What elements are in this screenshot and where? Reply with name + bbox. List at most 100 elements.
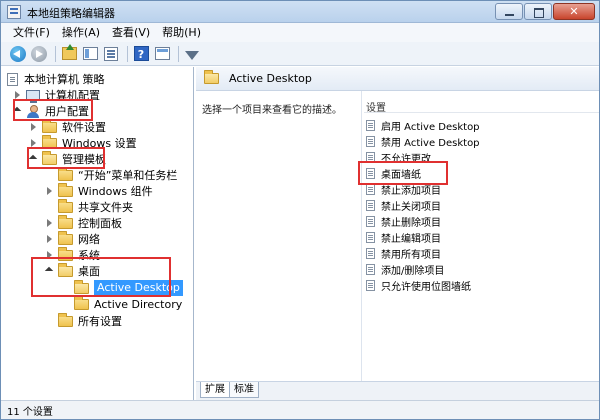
tree-item-label: 软件设置	[62, 121, 106, 134]
setting-item[interactable]: 禁止关闭项目	[366, 197, 441, 213]
setting-icon	[366, 215, 375, 227]
setting-label: 只允许使用位图墙纸	[381, 281, 471, 293]
menu-action[interactable]: 操作(A)	[56, 23, 106, 42]
tree-item-software-settings[interactable]: 软件设置	[29, 118, 106, 135]
tree-item-label: 所有设置	[78, 315, 122, 328]
toolbar-separator	[55, 45, 56, 62]
setting-item[interactable]: 禁止编辑项目	[366, 229, 441, 245]
tree-item-label: 本地计算机 策略	[24, 73, 105, 86]
folder-icon	[74, 295, 89, 310]
console-tree: 本地计算机 策略 计算机配置 用户配置 软件设置 Windows 设置 管理模板	[1, 67, 194, 400]
tree-item-label: “开始”菜单和任务栏	[78, 169, 178, 182]
tree-item-network[interactable]: 网络	[45, 230, 100, 247]
view-tabs: 扩展 标准	[196, 381, 599, 400]
folder-up-icon	[61, 44, 77, 60]
tree-item-start-menu-taskbar[interactable]: “开始”菜单和任务栏	[45, 166, 178, 183]
folder-icon	[58, 198, 73, 213]
setting-label: 禁用所有项目	[381, 249, 441, 261]
annotation-box-user-config	[13, 99, 93, 121]
minimize-button[interactable]	[495, 3, 523, 20]
back-arrow-icon	[10, 45, 26, 62]
annotation-box-desktop	[31, 257, 171, 297]
folder-open-icon	[204, 70, 219, 84]
setting-icon	[366, 199, 375, 211]
tree-item-label: Windows 组件	[78, 185, 153, 198]
tree-item-label: 共享文件夹	[78, 201, 133, 214]
properties-button[interactable]	[102, 45, 120, 63]
details-pane: Active Desktop 选择一个项目来查看它的描述。 设置 启用 Acti…	[196, 67, 599, 400]
properties-icon	[104, 46, 118, 61]
close-button[interactable]	[553, 3, 595, 20]
toolbar: ?	[1, 42, 599, 66]
tree-item-shared-folders[interactable]: 共享文件夹	[45, 198, 133, 215]
setting-label: 启用 Active Desktop	[381, 121, 480, 133]
view-icon	[154, 47, 170, 60]
forward-button[interactable]	[30, 45, 48, 63]
toolbar-separator	[127, 45, 128, 62]
tree-item-all-settings[interactable]: 所有设置	[45, 312, 122, 329]
setting-label: 禁止关闭项目	[381, 201, 441, 213]
details-header: Active Desktop	[196, 67, 599, 91]
forward-arrow-icon	[31, 45, 47, 62]
tab-standard[interactable]: 标准	[229, 382, 259, 398]
menu-file[interactable]: 文件(F)	[7, 23, 56, 42]
window-title: 本地组策略编辑器	[27, 7, 115, 20]
setting-item[interactable]: 启用 Active Desktop	[366, 117, 480, 133]
tree-item-label: 网络	[78, 233, 100, 246]
console-tree-icon	[82, 47, 98, 60]
tree-item-active-directory[interactable]: Active Directory	[61, 295, 183, 312]
filter-icon	[185, 51, 199, 60]
pane-divider	[361, 91, 362, 381]
folder-icon	[58, 230, 73, 245]
maximize-button[interactable]	[524, 3, 552, 20]
status-bar: 11 个设置	[1, 400, 599, 419]
setting-item[interactable]: 禁用 Active Desktop	[366, 133, 480, 149]
help-button[interactable]: ?	[132, 45, 150, 63]
setting-item[interactable]: 添加/删除项目	[366, 261, 444, 277]
annotation-box-admin-templates	[27, 147, 105, 169]
menu-view[interactable]: 查看(V)	[106, 23, 156, 42]
setting-label: 禁用 Active Desktop	[381, 137, 480, 149]
tree-item-label: 控制面板	[78, 217, 122, 230]
setting-icon	[366, 119, 375, 131]
folder-icon	[58, 182, 73, 197]
tree-item-label: Active Directory	[94, 297, 183, 311]
description-text: 选择一个项目来查看它的描述。	[202, 105, 342, 116]
setting-item[interactable]: 禁止删除项目	[366, 213, 441, 229]
menu-bar: 文件(F) 操作(A) 查看(V) 帮助(H)	[1, 23, 599, 42]
up-level-button[interactable]	[60, 44, 78, 63]
setting-icon	[366, 231, 375, 243]
setting-item[interactable]: 只允许使用位图墙纸	[366, 277, 471, 293]
expand-arrow-icon[interactable]	[45, 218, 55, 228]
tree-item-control-panel[interactable]: 控制面板	[45, 214, 122, 231]
back-button[interactable]	[9, 45, 27, 63]
expand-arrow-icon[interactable]	[45, 234, 55, 244]
status-text: 11 个设置	[7, 406, 53, 418]
annotation-box-wallpaper	[358, 161, 448, 185]
setting-item[interactable]: 禁用所有项目	[366, 245, 441, 261]
help-icon: ?	[133, 46, 149, 61]
gpedit-window: 本地组策略编辑器 文件(F) 操作(A) 查看(V) 帮助(H) ? 本地计算机…	[0, 0, 600, 420]
setting-label: 禁止编辑项目	[381, 233, 441, 245]
tab-extended[interactable]: 扩展	[200, 382, 230, 398]
expand-arrow-icon[interactable]	[45, 186, 55, 196]
setting-icon	[366, 279, 375, 291]
view-button[interactable]	[153, 45, 171, 63]
tree-item-windows-components[interactable]: Windows 组件	[45, 182, 153, 199]
setting-icon	[366, 135, 375, 147]
folder-icon	[58, 214, 73, 229]
show-tree-button[interactable]	[81, 45, 99, 63]
window-controls	[494, 3, 595, 20]
setting-icon	[366, 247, 375, 259]
filter-button[interactable]	[183, 45, 201, 63]
folder-icon	[58, 166, 73, 181]
tree-item-local-policy[interactable]: 本地计算机 策略	[7, 71, 105, 87]
setting-icon	[366, 263, 375, 275]
setting-icon	[366, 183, 375, 195]
title-bar[interactable]: 本地组策略编辑器	[1, 1, 599, 23]
expand-arrow-icon[interactable]	[29, 122, 39, 132]
menu-help[interactable]: 帮助(H)	[156, 23, 207, 42]
policy-document-icon	[7, 72, 18, 86]
setting-label: 添加/删除项目	[381, 265, 445, 277]
toolbar-separator	[178, 45, 179, 62]
